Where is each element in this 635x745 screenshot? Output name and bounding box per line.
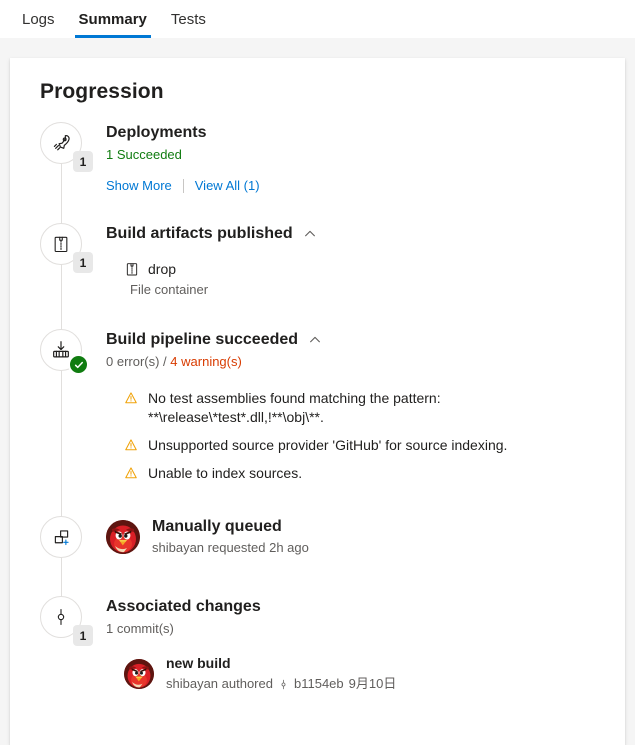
queued-body: Manually queued shibayan requested 2h ag… [84,516,603,557]
timeline-row-changes: 1 Associated changes 1 commit(s) new bui… [40,596,603,693]
build-errors-count: 0 error(s) / [106,354,171,369]
commit-date: 9月10日 [348,676,397,691]
warning-item: Unable to index sources. [124,464,603,483]
commit-icon [278,678,289,691]
warning-text: Unable to index sources. [148,465,303,481]
warning-item: Unsupported source provider 'GitHub' for… [124,436,603,455]
changes-head: Associated changes [106,597,603,617]
artifact-texts: drop [148,260,176,279]
commit-item[interactable]: new build shibayan authored b1154eb 9月10… [124,654,603,693]
tab-logs-label: Logs [22,10,55,28]
queued-node [40,516,84,560]
user-avatar [106,520,140,554]
changes-title: Associated changes [106,598,261,615]
page-body: Progression 1 Deployments 1 Succeeded Sh… [0,38,635,745]
build-title: Build pipeline succeeded [106,331,299,348]
warning-triangle-icon [124,438,138,455]
timeline-row-artifacts: 1 Build artifacts published drop File co… [40,223,603,299]
build-warnings-count: 4 warning(s) [170,354,242,369]
build-warnings-list: No test assemblies found matching the pa… [124,389,603,483]
commit-author: shibayan authored [166,676,273,691]
commit-texts: new build shibayan authored b1154eb 9月10… [166,654,396,693]
tab-bar: Logs Summary Tests [0,0,635,38]
tab-tests[interactable]: Tests [159,0,218,38]
user-avatar [124,658,154,689]
artifacts-head: Build artifacts published [106,224,603,244]
commit-meta: shibayan authored b1154eb 9月10日 [166,675,396,693]
deployments-links: Show More View All (1) [106,178,603,193]
link-divider [182,178,184,193]
artifacts-node: 1 [40,223,93,273]
queued-title: Manually queued [152,518,282,535]
chevron-up-icon[interactable] [308,333,322,347]
commit-hash: b1154eb [293,676,344,691]
warning-triangle-icon [124,466,138,483]
show-more-link[interactable]: Show More [106,178,172,193]
warning-text: No test assemblies found matching the pa… [148,390,441,425]
changes-subtitle: 1 commit(s) [106,621,174,636]
build-head: Build pipeline succeeded [106,330,603,350]
artifacts-body: Build artifacts published drop File cont… [84,223,603,299]
timeline-row-deployments: 1 Deployments 1 Succeeded Show More View… [40,122,603,193]
build-body: Build pipeline succeeded 0 error(s) / 4 … [84,329,603,492]
changes-count-badge: 1 [73,625,93,646]
warning-text: Unsupported source provider 'GitHub' for… [148,437,508,453]
check-circle-icon [68,354,89,375]
tab-summary[interactable]: Summary [67,0,159,38]
progression-timeline: 1 Deployments 1 Succeeded Show More View… [40,122,603,693]
changes-node: 1 [40,596,93,646]
queued-subtitle: shibayan requested 2h ago [152,540,309,555]
queued-texts: Manually queued shibayan requested 2h ag… [152,517,309,557]
build-status: 0 error(s) / 4 warning(s) [106,353,603,371]
queue-add-icon [40,516,82,558]
deployments-title: Deployments [106,124,207,141]
view-all-link[interactable]: View All (1) [195,178,260,193]
page-title: Progression [40,80,164,103]
zip-package-icon [124,261,140,280]
commit-message: new build [166,655,231,671]
summary-card: Progression 1 Deployments 1 Succeeded Sh… [10,58,625,745]
artifacts-title: Build artifacts published [106,225,293,242]
tab-tests-label: Tests [170,10,206,28]
tab-summary-label: Summary [78,10,147,28]
tab-logs[interactable]: Logs [10,0,67,38]
build-node [40,329,89,375]
warning-item: No test assemblies found matching the pa… [124,389,603,427]
chevron-up-icon[interactable] [303,227,317,241]
deployments-head: Deployments [106,123,603,143]
deployments-count-badge: 1 [73,151,93,172]
changes-body: Associated changes 1 commit(s) new build… [84,596,603,693]
artifact-type: File container [130,282,209,297]
deployments-status: 1 Succeeded [106,147,182,162]
artifact-name: drop [148,261,177,277]
artifact-item-drop[interactable]: drop [124,260,603,280]
deployments-node: 1 [40,122,93,172]
timeline-row-build: Build pipeline succeeded 0 error(s) / 4 … [40,329,603,492]
timeline-row-queued: Manually queued shibayan requested 2h ag… [40,516,603,560]
artifacts-count-badge: 1 [73,252,93,273]
warning-triangle-icon [124,391,138,408]
deployments-body: Deployments 1 Succeeded Show More View A… [84,122,603,193]
queued-person: Manually queued shibayan requested 2h ag… [106,517,603,557]
